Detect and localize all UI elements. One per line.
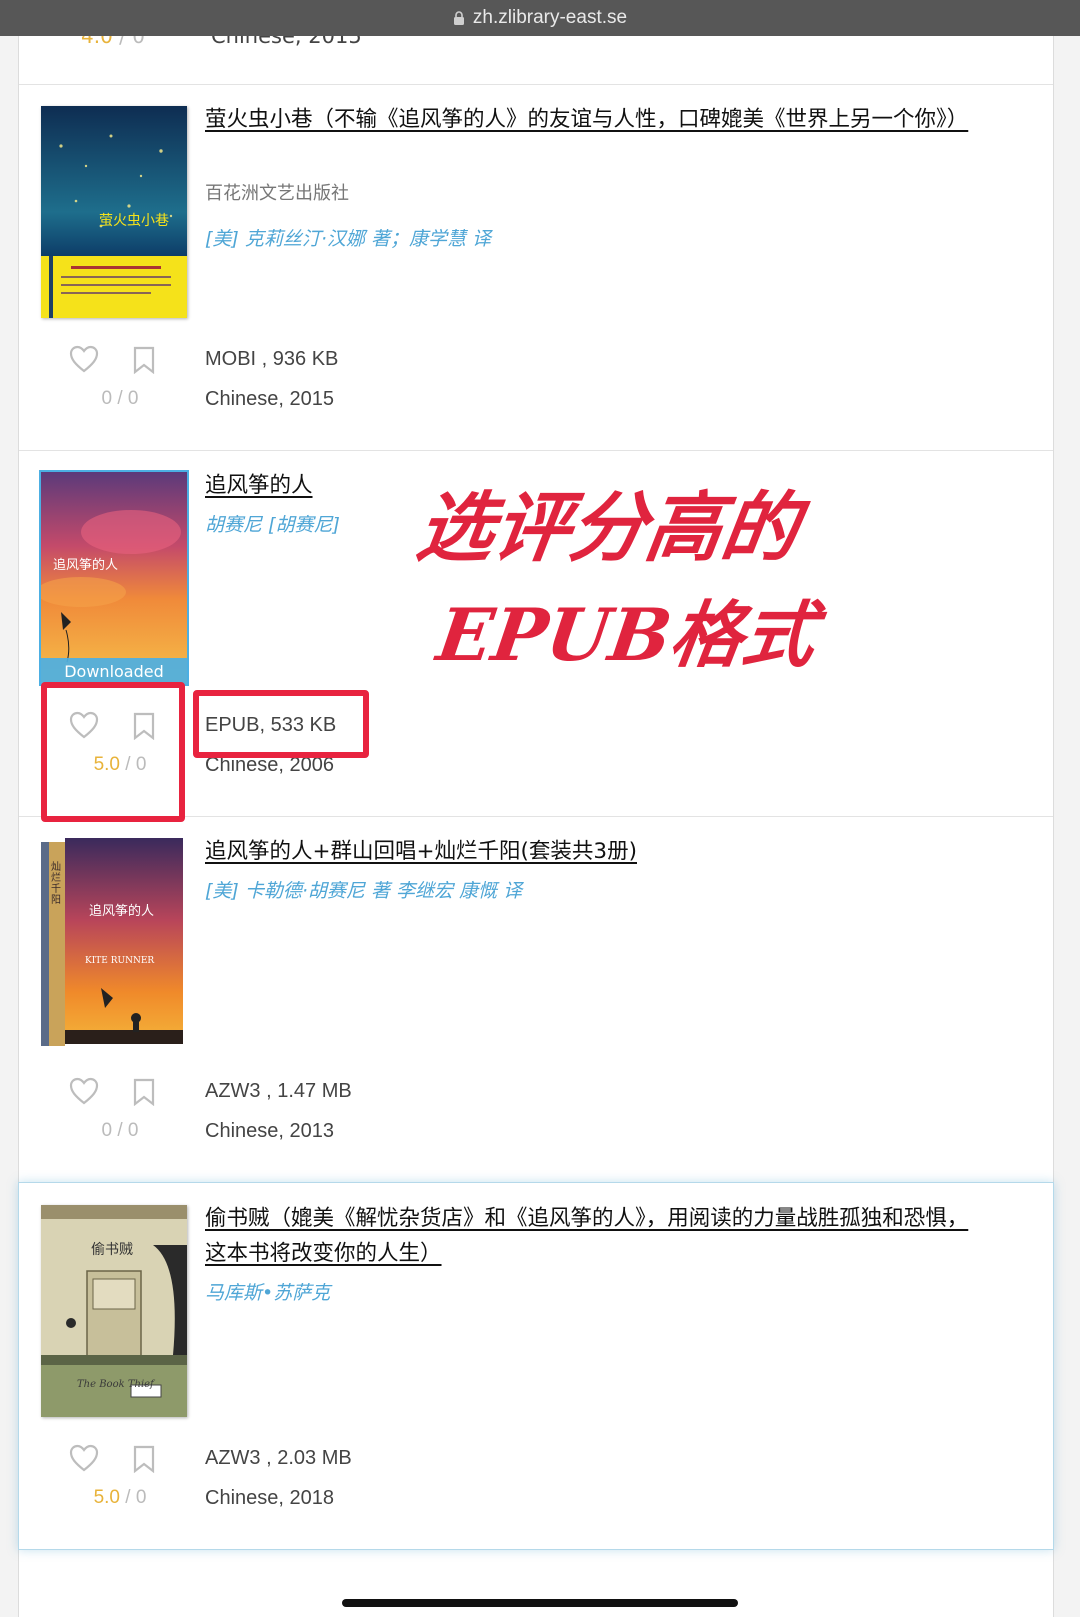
- browser-url-bar[interactable]: zh.zlibrary-east.se: [0, 0, 1080, 36]
- cover-title: 偷书贼: [91, 1242, 133, 1258]
- cover-subtitle: The Book Thief: [77, 1379, 154, 1390]
- book-actions: [69, 1444, 169, 1474]
- book-rating: 0 / 0: [101, 1120, 139, 1141]
- bookmark-icon[interactable]: [133, 1078, 155, 1106]
- book-item: 偷书贼 The Book Thief 偷书贼（媲美《解忧杂货店》和《追风筝的人》…: [18, 1182, 1054, 1550]
- bookmark-icon[interactable]: [133, 1445, 155, 1473]
- heart-icon[interactable]: [69, 1444, 99, 1472]
- book-title-link[interactable]: 追风筝的人+群山回唱+灿烂千阳(套装共3册): [205, 834, 985, 869]
- book-format-size: AZW3 , 1.47 MB: [205, 1080, 352, 1102]
- book-list: 4.0 / 0 Chinese, 2015 萤火虫小巷 萤火虫小巷（不输《追风筝…: [18, 36, 1054, 1617]
- book-actions: [69, 1077, 169, 1107]
- previous-rating: 4.0 / 0: [81, 36, 145, 48]
- book-lang-year: Chinese, 2013: [205, 1120, 334, 1142]
- book-lang-year: Chinese, 2015: [205, 388, 334, 410]
- previous-item-partial: 4.0 / 0 Chinese, 2015: [19, 36, 1053, 85]
- book-publisher[interactable]: 百花洲文艺出版社: [205, 179, 349, 205]
- previous-lang-year: Chinese, 2015: [211, 36, 362, 48]
- cover-subtitle: KITE RUNNER: [85, 956, 155, 966]
- book-format-size: AZW3 , 2.03 MB: [205, 1447, 352, 1469]
- annotation-box-format: [193, 690, 369, 758]
- home-indicator[interactable]: [342, 1599, 738, 1607]
- book-author-link[interactable]: [美] 卡勒德·胡赛尼 著 李继宏 康慨 译: [205, 876, 522, 903]
- heart-icon[interactable]: [69, 345, 99, 373]
- book-item: 萤火虫小巷 萤火虫小巷（不输《追风筝的人》的友谊与人性，口碑媲美《世界上另一个你…: [19, 84, 1053, 451]
- cover-title: 萤火虫小巷: [99, 213, 169, 229]
- url-text: zh.zlibrary-east.se: [472, 7, 628, 28]
- book-lang-year: Chinese, 2018: [205, 1487, 334, 1509]
- bookmark-icon[interactable]: [133, 346, 155, 374]
- lock-icon: [453, 11, 464, 25]
- book-cover[interactable]: 萤火虫小巷: [41, 106, 187, 318]
- book-item: 追风筝的人 Downloaded 追风筝的人 胡赛尼 [胡赛尼] 5.0 / 0…: [19, 450, 1053, 822]
- book-title-link[interactable]: 萤火虫小巷（不输《追风筝的人》的友谊与人性，口碑媲美《世界上另一个你》）: [205, 102, 985, 137]
- book-author-link[interactable]: 胡赛尼 [胡赛尼]: [205, 510, 340, 537]
- cover-spine-text: 灿烂千阳: [51, 862, 61, 906]
- downloaded-badge: Downloaded: [41, 658, 187, 684]
- book-format-size: MOBI , 936 KB: [205, 348, 339, 370]
- book-cover[interactable]: 偷书贼 The Book Thief: [41, 1205, 187, 1417]
- book-cover[interactable]: 追风筝的人 KITE RUNNER 灿烂千阳: [41, 838, 187, 1050]
- book-rating: 5.0 / 0: [93, 1487, 147, 1508]
- annotation-handwriting-line1: 选评分高的: [411, 483, 805, 572]
- book-item: 追风筝的人 KITE RUNNER 灿烂千阳 追风筝的人+群山回唱+灿烂千阳(套…: [19, 816, 1053, 1183]
- book-author-link[interactable]: [美] 克莉丝汀·汉娜 著；康学慧 译: [205, 224, 491, 251]
- book-title-link[interactable]: 偷书贼（媲美《解忧杂货店》和《追风筝的人》，用阅读的力量战胜孤独和恐惧，这本书将…: [205, 1201, 985, 1271]
- heart-icon[interactable]: [69, 1077, 99, 1105]
- annotation-handwriting-line2: EPUB格式: [432, 592, 821, 677]
- book-actions: [69, 345, 169, 375]
- cover-title: 追风筝的人: [89, 904, 155, 919]
- book-author-link[interactable]: 马库斯•苏萨克: [205, 1278, 330, 1305]
- annotation-box-rating: [41, 682, 185, 822]
- book-cover[interactable]: 追风筝的人 Downloaded: [41, 472, 187, 684]
- book-rating: 0 / 0: [101, 388, 139, 409]
- cover-title: 追风筝的人: [53, 558, 119, 573]
